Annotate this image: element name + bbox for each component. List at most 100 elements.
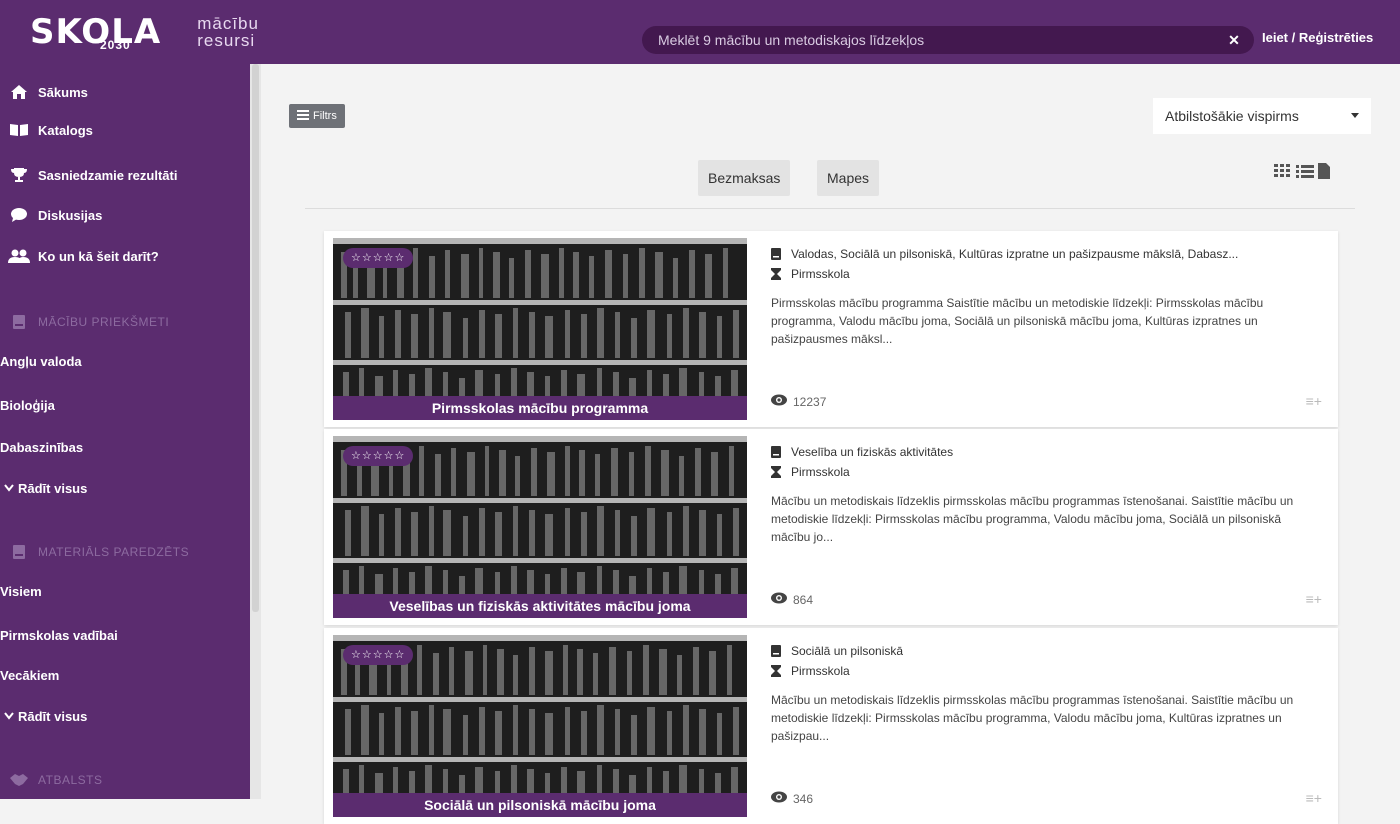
resource-views: 12237 [771,394,826,409]
eye-icon [771,592,787,607]
sort-dropdown[interactable]: Atbilstošākie vispirms [1153,98,1371,134]
resource-views: 864 [771,592,813,607]
show-all-label: Rādīt visus [18,708,88,724]
resource-views-count: 864 [793,592,814,607]
top-bar: SKOLA 2030 mācību resursi ✕ Ieiet / Reģi… [0,0,1400,64]
resource-description: Mācību un metodiskais līdzeklis pirmssko… [771,494,1294,544]
resource-card[interactable]: ☆☆☆☆☆ Veselības un fiziskās aktivitātes … [324,429,1338,625]
sidebar-item-discussions[interactable]: Diskusijas [0,203,102,227]
document-view-icon[interactable] [1317,162,1331,185]
resource-description: Mācību un metodiskais līdzeklis pirmssko… [771,693,1294,743]
handshake-icon [0,772,38,788]
resource-subjects: Sociālā un pilsoniskā [771,644,1316,658]
toolbar-divider [305,208,1355,209]
add-to-list-icon[interactable]: ≡+ [1306,790,1322,806]
login-register-link[interactable]: Ieiet / Reģistrēties [1262,30,1373,45]
sidebar-audience-parents[interactable]: Vecākiem [0,668,59,683]
clear-search-icon[interactable]: ✕ [1226,32,1242,49]
resource-card[interactable]: ☆☆☆☆☆ Pirmsskolas mācību programma Valod… [324,231,1338,427]
audience-heading-label: MATERIĀLS PAREDZĒTS [38,545,190,559]
sidebar: Sākums Katalogs Sasniedzamie rezultāti D… [0,64,250,799]
show-all-subjects[interactable]: Rādīt visus [0,476,87,500]
sidebar-audience-all[interactable]: Visiem [0,584,42,599]
subjects-heading-label: MĀCĪBU PRIEKŠMETI [38,315,170,329]
book-icon [771,248,791,260]
resource-level: Pirmsskola [771,465,1316,479]
book-icon [771,446,791,458]
resource-subjects: Veselība un fiziskās aktivitātes [771,445,1316,459]
rating-stars: ☆☆☆☆☆ [343,446,414,466]
main-content: Filtrs Atbilstošākie vispirms Bezmaksas … [261,64,1400,824]
sidebar-item-label: Sasniedzamie rezultāti [38,167,178,183]
resource-level-text: Pirmsskola [791,267,850,281]
chevron-down-icon [0,712,18,720]
resource-level-text: Pirmsskola [791,664,850,678]
resource-thumbnail[interactable]: ☆☆☆☆☆ Pirmsskolas mācību programma [333,238,747,420]
search-input[interactable] [658,32,1226,48]
home-icon [0,84,38,100]
support-heading-label: ATBALSTS [38,773,103,787]
rating-stars: ☆☆☆☆☆ [343,248,414,268]
show-all-audience[interactable]: Rādīt visus [0,704,87,728]
filter-button-label: Filtrs [313,110,337,122]
resource-subjects-text: Valodas, Sociālā un pilsoniskā, Kultūras… [791,247,1239,261]
search-bar: ✕ [642,26,1254,54]
book-icon [0,314,38,330]
sidebar-item-catalog[interactable]: Katalogs [0,118,93,142]
resource-level: Pirmsskola [771,664,1316,678]
resource-title[interactable]: Veselības un fiziskās aktivitātes mācību… [333,594,747,618]
rating-stars: ☆☆☆☆☆ [343,645,414,665]
caret-down-icon [1351,113,1359,118]
sidebar-scrollbar[interactable] [252,64,259,612]
resource-subjects: Valodas, Sociālā un pilsoniskā, Kultūras… [771,247,1316,261]
filter-icon [297,109,309,123]
list-view-icon[interactable] [1295,162,1315,185]
sidebar-item-label: Katalogs [38,122,93,138]
resource-views-count: 12237 [793,394,827,409]
resource-thumbnail[interactable]: ☆☆☆☆☆ Sociālā un pilsoniskā mācību joma [333,635,747,817]
grid-view-icon[interactable] [1273,162,1293,185]
chat-icon [0,207,38,223]
resource-level-text: Pirmsskola [791,465,850,479]
resource-subjects-text: Sociālā un pilsoniskā [791,644,904,658]
sidebar-subject-english[interactable]: Angļu valoda [0,354,82,369]
folders-filter-chip[interactable]: Mapes [817,160,880,196]
add-to-list-icon[interactable]: ≡+ [1306,591,1322,607]
logo[interactable]: SKOLA 2030 mācību resursi [30,6,259,58]
sidebar-subject-biology[interactable]: Bioloģija [0,398,55,413]
view-mode-toggles [1273,162,1331,185]
resource-subjects-text: Veselība un fiziskās aktivitātes [791,445,954,459]
show-all-label: Rādīt visus [18,480,88,496]
hourglass-icon [771,268,791,280]
users-icon [0,249,38,263]
sidebar-item-label: Ko un kā šeit darīt? [38,248,159,264]
resource-title[interactable]: Pirmsskolas mācību programma [333,396,747,420]
book-icon [0,123,38,137]
sidebar-audience-preschool-admin[interactable]: Pirmskolas vadībai [0,628,118,643]
free-filter-chip[interactable]: Bezmaksas [698,160,791,196]
hourglass-icon [771,466,791,478]
sidebar-item-label: Diskusijas [38,207,103,223]
sidebar-item-results[interactable]: Sasniedzamie rezultāti [0,163,177,187]
support-heading: ATBALSTS [0,768,102,792]
resource-card[interactable]: ☆☆☆☆☆ Sociālā un pilsoniskā mācību joma … [324,628,1338,824]
resource-level: Pirmsskola [771,267,1316,281]
logo-year: 2030 [100,38,131,52]
chevron-down-icon [0,484,18,492]
book-icon [0,544,38,560]
resource-thumbnail[interactable]: ☆☆☆☆☆ Veselības un fiziskās aktivitātes … [333,436,747,618]
subjects-heading: MĀCĪBU PRIEKŠMETI [0,310,169,334]
logo-text: mācību resursi [197,15,259,49]
sidebar-item-help[interactable]: Ko un kā šeit darīt? [0,244,159,268]
sidebar-subject-nature[interactable]: Dabaszinības [0,440,83,455]
resource-title[interactable]: Sociālā un pilsoniskā mācību joma [333,793,747,817]
sidebar-item-home[interactable]: Sākums [0,80,88,104]
book-icon [771,645,791,657]
sidebar-item-label: Sākums [38,84,88,100]
eye-icon [771,394,787,409]
resource-description: Pirmsskolas mācību programma Saistītie m… [771,296,1264,346]
logo-line2: resursi [197,31,256,50]
add-to-list-icon[interactable]: ≡+ [1306,393,1322,409]
filter-button[interactable]: Filtrs [289,104,345,128]
audience-heading: MATERIĀLS PAREDZĒTS [0,540,189,564]
